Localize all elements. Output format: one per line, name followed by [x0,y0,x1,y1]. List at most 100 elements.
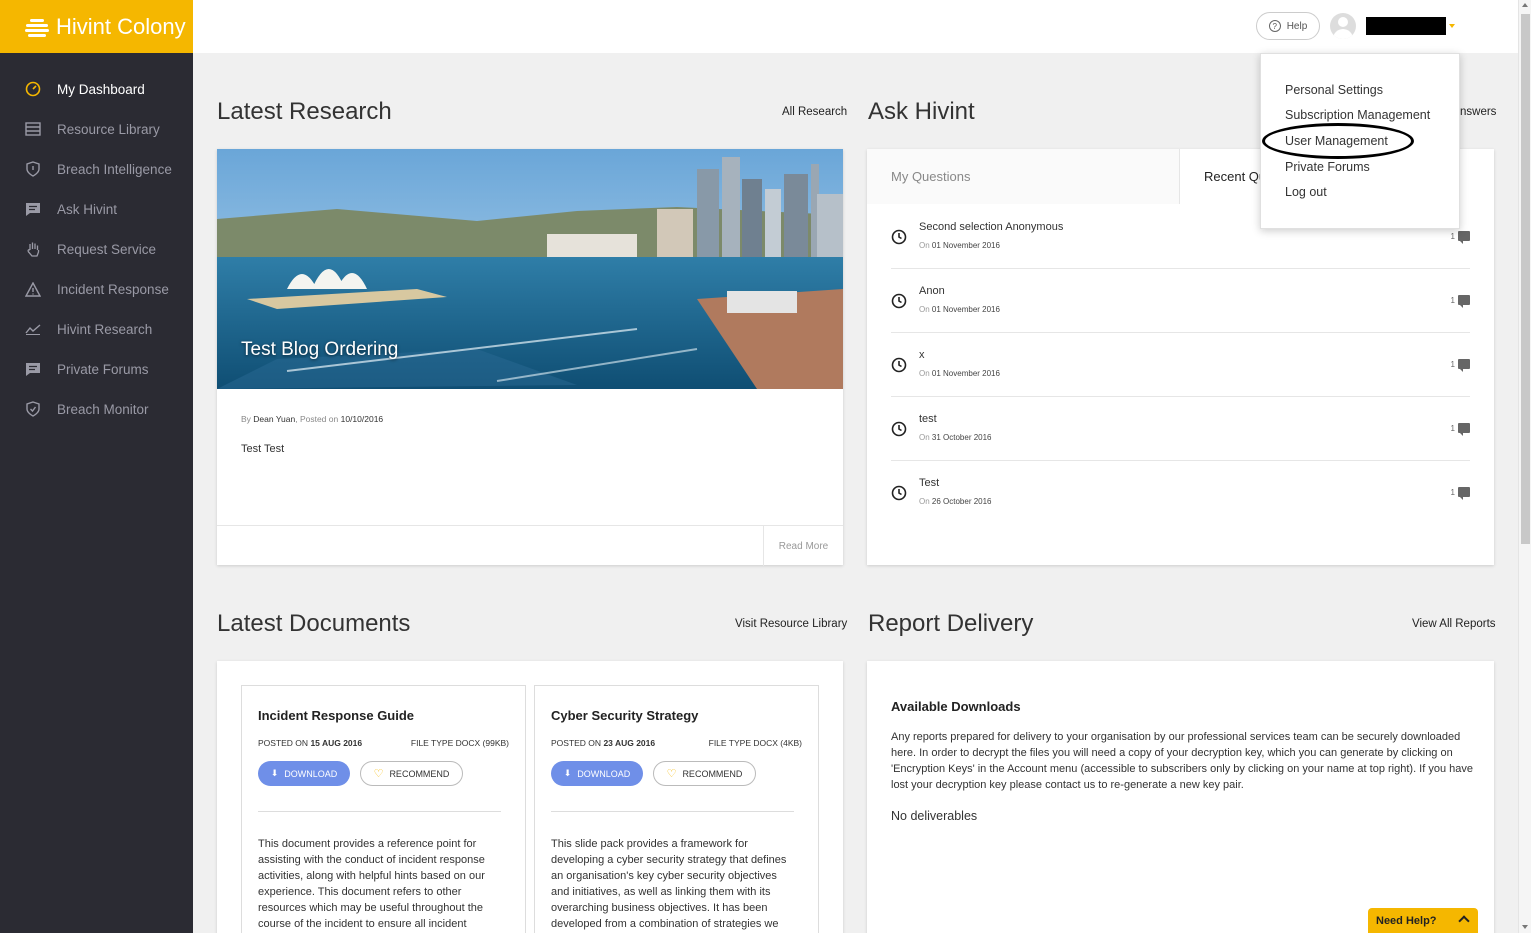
sidebar-item-label: Resource Library [57,121,160,137]
scrollbar-thumb[interactable] [1521,14,1530,544]
research-footer: Read More [217,525,843,566]
on-prefix: On [919,241,930,250]
logo-mark-icon [24,14,50,40]
latest-documents-title: Latest Documents [217,610,411,637]
document-description: This slide pack provides a framework for… [551,838,787,930]
sidebar-item-resource-library[interactable]: Resource Library [0,109,193,149]
count-value: 1 [1450,487,1455,497]
count-value: 1 [1450,423,1455,433]
clock-icon [891,357,907,373]
answer-count: 1 [1451,231,1470,244]
posted-label: POSTED ON [551,738,602,748]
all-research-link[interactable]: All Research [782,106,847,118]
menu-item-log-out[interactable]: Log out [1285,185,1327,199]
document-title[interactable]: Incident Response Guide [258,708,414,723]
download-icon: ⬇ [270,768,279,778]
no-deliverables-text: No deliverables [891,809,978,823]
on-prefix: On [919,497,930,506]
sidebar-item-private-forums[interactable]: Private Forums [0,349,193,389]
sidebar-item-hivint-research[interactable]: Hivint Research [0,309,193,349]
question-date: On 01 November 2016 [919,241,1000,250]
document-posted: POSTED ON 23 AUG 2016 [551,738,655,748]
sidebar-item-label: Breach Monitor [57,401,149,417]
download-label: DOWNLOAD [284,768,338,779]
question-title[interactable]: Second selection Anonymous [919,221,1063,233]
library-list-icon [24,120,42,138]
sidebar-item-label: Private Forums [57,361,149,377]
question-row[interactable]: Anon On 01 November 2016 1 [891,269,1470,333]
sidebar-item-incident-response[interactable]: Incident Response [0,269,193,309]
menu-item-private-forums[interactable]: Private Forums [1285,160,1370,174]
question-title[interactable]: Anon [919,285,945,297]
divider [258,811,501,812]
download-button[interactable]: ⬇ DOWNLOAD [258,761,350,786]
need-help-label: Need Help? [1376,914,1437,927]
sidebar-item-my-dashboard[interactable]: My Dashboard [0,69,193,109]
on-prefix: On [919,305,930,314]
read-more-button[interactable]: Read More [763,526,843,566]
scroll-up-arrow-icon[interactable] [1522,3,1528,7]
sidebar-item-breach-intelligence[interactable]: Breach Intelligence [0,149,193,189]
question-title[interactable]: Test [919,477,939,489]
documents-card: Incident Response Guide POSTED ON 15 AUG… [217,661,843,933]
question-title[interactable]: test [919,413,937,425]
warning-triangle-icon [24,280,42,298]
date-value: 01 November 2016 [931,305,1000,314]
heart-icon: ♡ [666,768,677,780]
question-row[interactable]: Test On 26 October 2016 1 [891,461,1470,525]
recommend-label: RECOMMEND [389,768,450,779]
research-image[interactable]: Test Blog Ordering [217,149,843,389]
sidebar-item-breach-monitor[interactable]: Breach Monitor [0,389,193,429]
sidebar-item-request-service[interactable]: Request Service [0,229,193,269]
recommend-label: RECOMMEND [682,768,743,779]
latest-research-title: Latest Research [217,98,392,125]
research-card: Test Blog Ordering By Dean Yuan, Posted … [217,149,843,566]
help-label: Help [1286,20,1308,32]
user-menu-dropdown: Personal Settings Subscription Managemen… [1260,53,1460,229]
sidebar-item-label: Ask Hivint [57,201,118,217]
menu-item-personal-settings[interactable]: Personal Settings [1285,83,1383,97]
chevron-up-icon [1458,915,1470,927]
logo[interactable]: Hivint Colony [0,0,193,53]
document-description: This document provides a reference point… [258,838,485,930]
visit-resource-library-link[interactable]: Visit Resource Library [735,618,847,630]
download-icon: ⬇ [563,768,572,778]
dashboard-gauge-icon [24,80,42,98]
report-delivery-title: Report Delivery [868,610,1034,637]
research-caption: Test Blog Ordering [241,339,399,360]
hand-icon [24,240,42,258]
question-date: On 01 November 2016 [919,369,1000,378]
question-row[interactable]: x On 01 November 2016 1 [891,333,1470,397]
page-scrollbar[interactable] [1518,0,1531,933]
document-title[interactable]: Cyber Security Strategy [551,708,698,723]
sidebar-item-label: Breach Intelligence [57,161,172,177]
scroll-down-arrow-icon[interactable] [1522,925,1528,929]
view-all-reports-link[interactable]: View All Reports [1412,618,1496,630]
download-button[interactable]: ⬇ DOWNLOAD [551,761,643,786]
research-author[interactable]: Dean Yuan [253,414,295,424]
research-date: 10/10/2016 [340,414,384,424]
ask-hivint-title: Ask Hivint [868,98,975,125]
user-name-redacted[interactable] [1366,17,1446,35]
research-body: Test Test [241,443,285,455]
posted-prefix: , Posted on [295,414,339,424]
sidebar-item-label: Incident Response [57,281,169,297]
on-prefix: On [919,433,930,442]
answer-count: 1 [1450,423,1470,436]
all-answers-link[interactable]: nswers [1460,106,1496,118]
sidebar-item-label: Hivint Research [57,321,153,337]
question-title[interactable]: x [919,349,925,361]
tab-my-questions[interactable]: My Questions [867,149,1180,204]
chevron-down-icon[interactable] [1449,24,1455,28]
sidebar-item-label: Request Service [57,241,157,257]
recommend-button[interactable]: ♡ RECOMMEND [360,761,463,786]
sidebar-item-ask-hivint[interactable]: Ask Hivint [0,189,193,229]
need-help-button[interactable]: Need Help? [1368,908,1478,933]
answer-count: 1 [1450,487,1470,500]
menu-item-subscription-management[interactable]: Subscription Management [1285,108,1430,122]
help-button[interactable]: ? Help [1256,12,1320,40]
menu-item-user-management[interactable]: User Management [1285,134,1388,148]
recommend-button[interactable]: ♡ RECOMMEND [653,761,756,786]
question-row[interactable]: test On 31 October 2016 1 [891,397,1470,461]
avatar[interactable] [1330,13,1356,39]
